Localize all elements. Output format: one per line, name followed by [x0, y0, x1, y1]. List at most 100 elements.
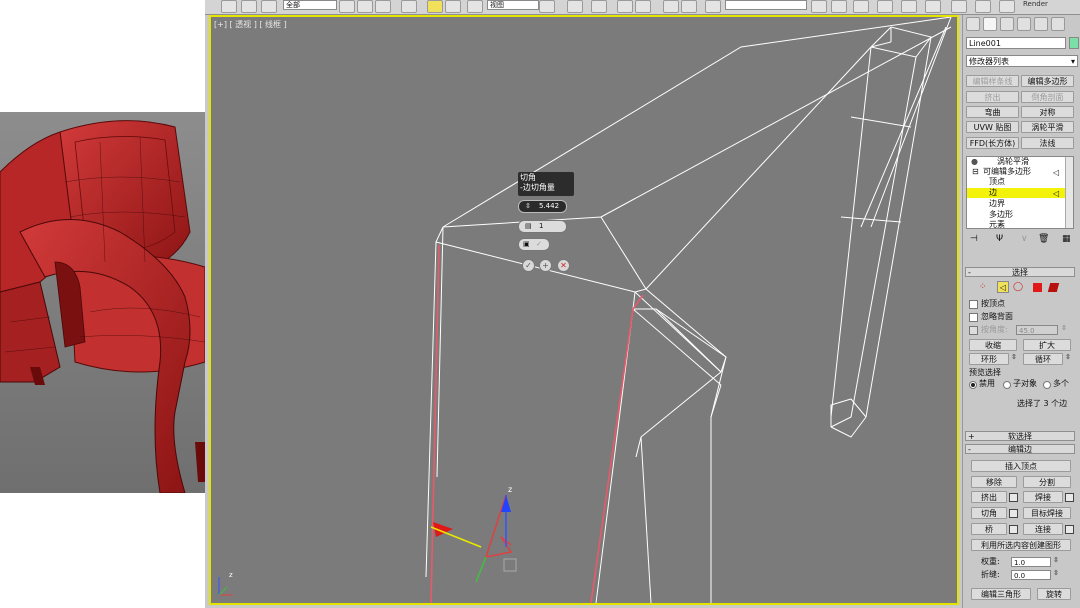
stack-item-vertex[interactable]: 顶点	[967, 177, 1073, 187]
link-icon[interactable]	[261, 0, 277, 13]
curve-editor-icon[interactable]	[901, 0, 917, 13]
modifier-button-normal[interactable]: 法线	[1021, 137, 1074, 149]
snaps-toggle-icon[interactable]	[617, 0, 633, 13]
apply-continue-plus-icon[interactable]: +	[539, 259, 552, 272]
move-gizmo[interactable]: z	[430, 485, 517, 583]
named-selection-sets-dropdown[interactable]	[725, 0, 807, 10]
modifier-button-extrude[interactable]: 挤出	[966, 91, 1019, 103]
show-end-result-icon[interactable]: Ψ	[996, 234, 1003, 244]
edit-named-selection-icon[interactable]	[705, 0, 721, 13]
rendered-frame-icon[interactable]	[999, 0, 1015, 13]
edit-edges-rollout-header[interactable]: - 编辑边	[965, 444, 1075, 454]
preview-subobject-radio[interactable]	[1003, 381, 1011, 389]
layer-manager-icon[interactable]	[853, 0, 869, 13]
object-name-field[interactable]: Line001	[966, 37, 1066, 49]
render-setup-icon[interactable]	[975, 0, 991, 13]
chamfer-settings-icon[interactable]	[1009, 509, 1018, 518]
ok-check-icon[interactable]: ✓	[522, 259, 535, 272]
stack-item-element[interactable]: 元素	[967, 220, 1073, 228]
make-unique-icon[interactable]: ∨	[1021, 234, 1028, 244]
modifier-button-uvw-map[interactable]: UVW 贴图	[966, 121, 1019, 133]
open-chamfer-toggle[interactable]: ▣ ✓	[518, 238, 550, 251]
keyboard-shortcut-icon[interactable]	[591, 0, 607, 13]
configure-sets-icon[interactable]: ▦	[1062, 234, 1071, 244]
angle-spinner[interactable]: 45.0	[1016, 325, 1058, 335]
perspective-viewport[interactable]: [+] [ 透视 ] [ 线框 ] z z 切角 -边切角量 ⇳ 5.442 ▤…	[209, 15, 959, 605]
weld-settings-icon[interactable]	[1065, 493, 1074, 502]
connect-settings-icon[interactable]	[1065, 525, 1074, 534]
turn-button[interactable]: 旋转	[1037, 588, 1071, 600]
loop-button[interactable]: 循环	[1023, 353, 1063, 365]
object-color-swatch[interactable]	[1069, 37, 1079, 49]
edit-triangulation-button[interactable]: 编辑三角形	[971, 588, 1031, 600]
schematic-view-icon[interactable]	[925, 0, 941, 13]
shrink-button[interactable]: 收缩	[969, 339, 1017, 351]
select-by-name-icon[interactable]	[357, 0, 373, 13]
weld-button[interactable]: 焊接	[1023, 491, 1063, 503]
preview-multi-radio[interactable]	[1043, 381, 1051, 389]
soft-selection-rollout-header[interactable]: + 软选择	[965, 431, 1075, 441]
modifier-button-turbosmooth[interactable]: 涡轮平滑	[1021, 121, 1074, 133]
window-crossing-icon[interactable]	[401, 0, 417, 13]
reference-coordinate-dropdown[interactable]: 视图	[487, 0, 539, 10]
modifier-stack[interactable]: ● 涡轮平滑 ⊟ 可编辑多边形 顶点 边 边界 多边形 元素 ◁ ◁	[966, 156, 1074, 229]
remove-modifier-icon[interactable]: 🗑	[1038, 234, 1049, 244]
graphite-tools-icon[interactable]	[877, 0, 893, 13]
stack-item-turbosmooth[interactable]: ● 涡轮平滑	[967, 157, 1073, 167]
bridge-settings-icon[interactable]	[1009, 525, 1018, 534]
modifier-button-symmetry[interactable]: 对称	[1021, 106, 1074, 118]
modifier-button-ffd-box[interactable]: FFD(长方体)	[966, 137, 1019, 149]
polygon-mode-icon[interactable]	[1033, 283, 1042, 292]
select-object-icon[interactable]	[339, 0, 355, 13]
extrude-settings-icon[interactable]	[1009, 493, 1018, 502]
selection-filter-dropdown[interactable]: 全部	[283, 0, 337, 10]
redo-icon[interactable]	[241, 0, 257, 13]
pin-stack-icon[interactable]: ⊣	[970, 234, 978, 244]
loop-spinner-icon[interactable]: ⇳	[1065, 353, 1071, 361]
extrude-button[interactable]: 挤出	[971, 491, 1007, 503]
select-manipulate-icon[interactable]	[567, 0, 583, 13]
ring-spinner-icon[interactable]: ⇳	[1011, 353, 1017, 361]
modifier-button-bend[interactable]: 弯曲	[966, 106, 1019, 118]
edge-mode-icon[interactable]: ◁	[997, 281, 1009, 293]
vertex-mode-icon[interactable]: ⁘	[979, 282, 987, 292]
select-scale-icon[interactable]	[467, 0, 483, 13]
modifier-button-edit-spline[interactable]: 编辑样条线	[966, 75, 1019, 87]
material-editor-icon[interactable]	[951, 0, 967, 13]
bridge-button[interactable]: 桥	[971, 523, 1007, 535]
cancel-x-icon[interactable]: ✕	[557, 259, 570, 272]
modifier-list-dropdown[interactable]: 修改器列表 ▾	[966, 55, 1078, 67]
chamfer-button[interactable]: 切角	[971, 507, 1007, 519]
create-shape-button[interactable]: 利用所选内容创建图形	[971, 539, 1071, 551]
spinner-arrows-icon[interactable]: ⇳	[1061, 324, 1067, 332]
mirror-icon[interactable]	[811, 0, 827, 13]
remove-button[interactable]: 移除	[971, 476, 1017, 488]
border-mode-icon[interactable]: ◯	[1013, 282, 1023, 292]
align-icon[interactable]	[831, 0, 847, 13]
collapse-minus-icon[interactable]: ⊟	[972, 167, 979, 177]
hierarchy-tab-icon[interactable]	[1000, 17, 1014, 31]
crease-spinner[interactable]: 0.0	[1011, 570, 1051, 580]
connect-segments-field[interactable]: ▤ 1	[518, 220, 567, 233]
spinner-snap-icon[interactable]	[681, 0, 697, 13]
by-angle-checkbox[interactable]	[969, 326, 978, 335]
weight-spinner[interactable]: 1.0	[1011, 557, 1051, 567]
preview-off-radio[interactable]	[969, 381, 977, 389]
stack-item-border[interactable]: 边界	[967, 199, 1073, 209]
selection-rollout-header[interactable]: - 选择	[965, 267, 1075, 277]
modifier-button-bevel-profile[interactable]: 倒角剖面	[1021, 91, 1074, 103]
rectangle-selection-icon[interactable]	[375, 0, 391, 13]
split-button[interactable]: 分割	[1023, 476, 1071, 488]
stack-item-polygon[interactable]: 多边形	[967, 210, 1073, 220]
create-tab-icon[interactable]	[966, 17, 980, 31]
target-weld-button[interactable]: 目标焊接	[1023, 507, 1071, 519]
ignore-backfacing-checkbox[interactable]	[969, 313, 978, 322]
crease-spinner-arrows-icon[interactable]: ⇳	[1053, 569, 1059, 577]
display-tab-icon[interactable]	[1034, 17, 1048, 31]
percent-snap-icon[interactable]	[663, 0, 679, 13]
undo-icon[interactable]	[221, 0, 237, 13]
lightbulb-icon[interactable]: ●	[971, 157, 978, 167]
element-mode-icon[interactable]	[1047, 283, 1060, 292]
edge-chamfer-amount-field[interactable]: ⇳ 5.442	[518, 200, 567, 213]
select-rotate-icon[interactable]	[445, 0, 461, 13]
